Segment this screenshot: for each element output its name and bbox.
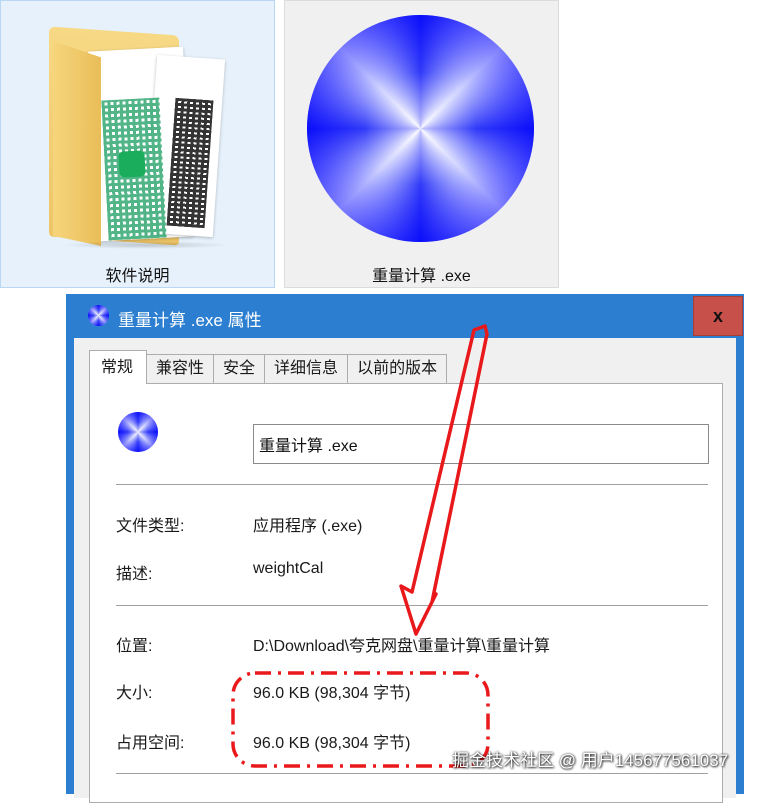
properties-dialog: 重量计算 .exe 属性 x 常规 兼容性 安全 详细信息 以前的版本 文件类型…: [66, 294, 744, 803]
file-name-field[interactable]: [253, 424, 709, 464]
general-panel: 文件类型: 应用程序 (.exe) 描述: weightCal 位置: D:\D…: [89, 383, 723, 803]
tab-previous-versions[interactable]: 以前的版本: [348, 354, 448, 384]
folder-tile[interactable]: 软件说明: [0, 0, 275, 288]
tab-bar: 常规 兼容性 安全 详细信息 以前的版本: [89, 350, 448, 384]
file-type-label: 文件类型:: [116, 518, 185, 535]
exe-tile[interactable]: 重量计算 .exe: [284, 0, 559, 288]
exe-orb-icon: [118, 412, 158, 452]
divider: [116, 484, 708, 485]
dialog-client: 常规 兼容性 安全 详细信息 以前的版本 文件类型: 应用程序 (.exe) 描…: [74, 338, 736, 803]
size-label: 大小:: [116, 685, 153, 702]
tab-general[interactable]: 常规: [89, 350, 148, 384]
size-value: 96.0 KB (98,304 字节): [253, 685, 411, 702]
dialog-title: 重量计算 .exe 属性: [118, 311, 262, 330]
disk-size-value: 96.0 KB (98,304 字节): [253, 735, 411, 752]
disk-size-label: 占用空间:: [116, 735, 185, 752]
description-label: 描述:: [116, 566, 153, 583]
file-type-value: 应用程序 (.exe): [253, 518, 363, 535]
divider: [116, 605, 708, 606]
location-label: 位置:: [116, 638, 153, 655]
close-button[interactable]: x: [693, 296, 743, 336]
exe-label: 重量计算 .exe: [372, 268, 471, 285]
description-value: weightCal: [253, 560, 324, 577]
dialog-titlebar[interactable]: 重量计算 .exe 属性 x: [66, 294, 744, 338]
folder-label: 软件说明: [105, 268, 170, 285]
location-value: D:\Download\夸克网盘\重量计算\重量计算: [253, 638, 550, 655]
exe-orb-icon: [307, 15, 534, 242]
tab-compatibility[interactable]: 兼容性: [147, 354, 215, 384]
tab-details[interactable]: 详细信息: [265, 354, 349, 384]
tab-security[interactable]: 安全: [214, 354, 266, 384]
watermark-text: 掘金技术社区 @ 用户145677561037: [452, 751, 729, 770]
exe-orb-icon: [88, 305, 109, 326]
divider: [116, 773, 708, 774]
